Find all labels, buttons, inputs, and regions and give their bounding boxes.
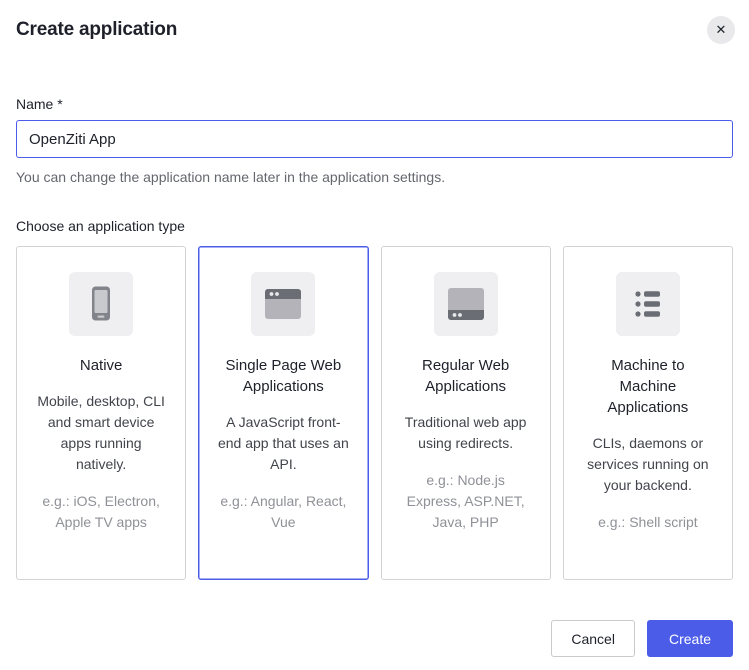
card-description: A JavaScript front-end app that uses an … <box>217 412 349 475</box>
card-description: Mobile, desktop, CLI and smart device ap… <box>35 391 167 475</box>
card-title: Native <box>35 355 167 376</box>
app-type-card-list: Native Mobile, desktop, CLI and smart de… <box>16 246 733 580</box>
app-type-card-machine-to-machine[interactable]: Machine to Machine Applications CLIs, da… <box>563 246 733 580</box>
spa-browser-icon <box>261 284 305 324</box>
close-icon: ✕ <box>716 22 727 38</box>
regular-web-icon-tile <box>434 272 498 336</box>
name-label-text: Name <box>16 96 53 112</box>
card-title: Single Page Web Applications <box>217 355 349 397</box>
required-marker: * <box>57 96 62 112</box>
m2m-icon-tile <box>616 272 680 336</box>
type-section-label: Choose an application type <box>16 218 733 234</box>
close-button[interactable]: ✕ <box>707 16 735 44</box>
regular-web-icon <box>444 284 488 324</box>
dialog-header: Create application ✕ <box>0 0 749 44</box>
name-input[interactable] <box>16 120 733 158</box>
card-example: e.g.: Node.js Express, ASP.NET, Java, PH… <box>398 470 534 533</box>
dialog-title: Create application <box>16 19 177 41</box>
card-description: Traditional web app using redirects. <box>400 412 532 454</box>
name-label: Name * <box>16 96 733 112</box>
app-type-card-native[interactable]: Native Mobile, desktop, CLI and smart de… <box>16 246 186 580</box>
create-button[interactable]: Create <box>647 620 733 657</box>
create-application-dialog: Create application ✕ Name * You can chan… <box>0 0 749 670</box>
machine-to-machine-icon <box>628 284 668 324</box>
spa-icon-tile <box>251 272 315 336</box>
native-mobile-icon <box>81 284 121 324</box>
name-helper-text: You can change the application name late… <box>16 169 733 185</box>
card-example: e.g.: Shell script <box>580 512 716 533</box>
card-title: Machine to Machine Applications <box>582 355 714 418</box>
card-example: e.g.: iOS, Electron, Apple TV apps <box>33 491 169 533</box>
dialog-footer: Cancel Create <box>551 620 733 657</box>
app-type-card-regular-web[interactable]: Regular Web Applications Traditional web… <box>381 246 551 580</box>
card-description: CLIs, daemons or services running on you… <box>582 433 714 496</box>
card-title: Regular Web Applications <box>400 355 532 397</box>
native-icon-tile <box>69 272 133 336</box>
card-example: e.g.: Angular, React, Vue <box>215 491 351 533</box>
app-type-card-single-page[interactable]: Single Page Web Applications A JavaScrip… <box>198 246 368 580</box>
cancel-button[interactable]: Cancel <box>551 620 635 657</box>
dialog-body: Name * You can change the application na… <box>0 96 749 580</box>
